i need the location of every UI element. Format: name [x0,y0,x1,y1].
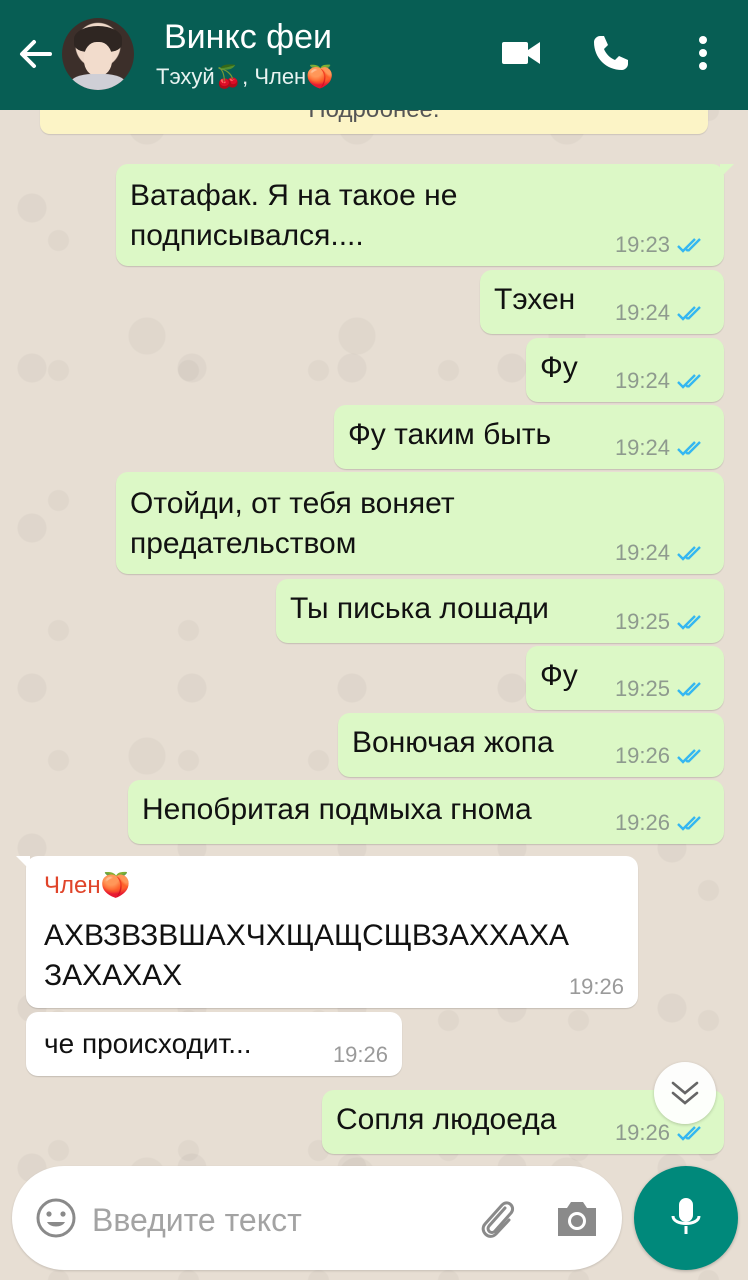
message-outgoing[interactable]: Фу таким быть 19:24 [334,405,724,469]
message-text: Фу [540,351,578,384]
paperclip-icon[interactable] [472,1194,522,1244]
double-check-icon [677,546,701,561]
message-time: 19:24 [614,540,670,565]
chevron-down-icon [671,1081,699,1105]
message-text: Фу таким быть [348,418,552,451]
group-avatar[interactable] [62,18,134,90]
message-time: 19:26 [614,1120,670,1145]
message-composer [12,1166,622,1270]
message-outgoing[interactable]: Тэхен 19:24 [480,270,724,334]
message-time: 19:25 [614,676,670,701]
message-time: 19:26 [614,743,670,768]
double-check-icon [677,749,701,764]
message-text: Фу [540,659,578,692]
message-time: 19:24 [614,300,670,325]
phone-icon[interactable] [588,30,634,76]
message-outgoing[interactable]: Отойди, от тебя воняет предательством 19… [116,472,724,574]
camera-icon[interactable] [552,1196,602,1242]
message-text: Непобритая подмыха гнома [142,793,532,826]
message-incoming[interactable]: Член🍑 АХВЗВЗВШАХЧХЩАЩСЩВЗАХХАХА ЗАХАХАХ … [16,856,638,1008]
voice-message-button[interactable] [634,1166,738,1270]
message-text: Ватафак. Я на такое не подписывался.... [130,179,458,252]
message-outgoing[interactable]: Фу 19:24 [526,338,724,402]
message-text: Сопля людоеда [336,1103,557,1136]
double-check-icon [677,1126,701,1141]
message-text: Отойди, от тебя воняет предательством [130,487,455,560]
message-time: 19:25 [614,609,670,634]
message-outgoing[interactable]: Ватафак. Я на такое не подписывался.... … [116,164,734,266]
mic-icon [671,1198,701,1234]
message-time: 19:26 [614,810,670,835]
message-text: АХВЗВЗВШАХЧХЩАЩСЩВЗАХХАХА ЗАХАХАХ [44,919,570,992]
message-text: Тэхен [494,283,576,316]
double-check-icon [677,682,701,697]
scroll-to-bottom-button[interactable] [654,1062,716,1124]
message-text: Ты писька лошади [290,592,549,625]
video-call-icon[interactable] [498,30,544,76]
message-text: че происходит... [44,1028,252,1059]
message-text: Вонючая жопа [352,726,554,759]
chat-title[interactable]: Винкс феи [164,18,332,57]
back-arrow-icon[interactable] [14,32,58,76]
double-check-icon [677,615,701,630]
sender-name[interactable]: Член🍑 [44,866,130,906]
more-vert-icon[interactable] [680,30,726,76]
double-check-icon [677,238,701,253]
message-time: 19:24 [614,368,670,393]
chat-participants[interactable]: Тэхуй🍒, Член🍑 [156,64,334,90]
message-time: 19:23 [614,232,670,257]
double-check-icon [677,441,701,456]
message-outgoing[interactable]: Вонючая жопа 19:26 [338,713,724,777]
double-check-icon [677,816,701,831]
message-outgoing[interactable]: Фу 19:25 [526,646,724,710]
message-input[interactable] [90,1196,454,1244]
message-time: 19:24 [614,435,670,460]
double-check-icon [677,374,701,389]
message-outgoing[interactable]: Ты писька лошади 19:25 [276,579,724,643]
chat-header: Винкс феи Тэхуй🍒, Член🍑 [0,0,748,110]
double-check-icon [677,306,701,321]
message-time: 19:26 [332,1042,388,1067]
emoji-icon[interactable] [34,1196,78,1240]
message-time: 19:26 [568,974,624,999]
message-incoming[interactable]: че происходит... 19:26 [26,1012,402,1076]
message-outgoing[interactable]: Непобритая подмыха гнома 19:26 [128,780,724,844]
